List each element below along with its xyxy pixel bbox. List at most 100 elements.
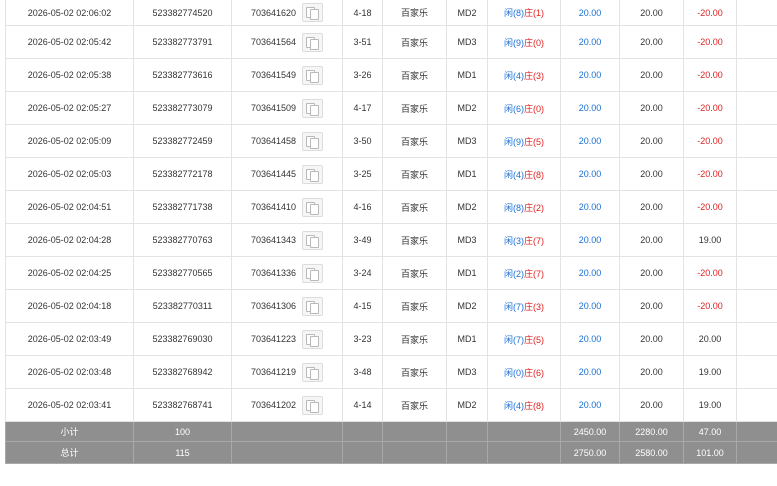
game-number: 703641549 [250, 70, 297, 80]
valid-bet: 20.00 [619, 388, 684, 422]
total-bet: 2750.00 [560, 441, 620, 464]
order-number: 523382768741 [133, 388, 232, 422]
player-points: (8) [513, 8, 524, 18]
card-detail-icon[interactable] [302, 263, 324, 283]
game-result: 闲(6)庄(0) [487, 91, 561, 125]
player-label: 闲 [503, 70, 513, 81]
banker-label: 庄 [524, 37, 534, 48]
table-code: MD1 [446, 58, 488, 92]
order-number: 523382772178 [133, 157, 232, 191]
win-loss: -20.00 [683, 124, 737, 158]
game-number: 703641564 [250, 37, 297, 47]
player-label: 闲 [503, 367, 513, 378]
table-code: MD1 [446, 157, 488, 191]
bet-amount: 20.00 [560, 289, 620, 323]
banker-label: 庄 [524, 169, 534, 180]
card-detail-icon[interactable] [302, 3, 324, 22]
game-result: 闲(0)庄(6) [487, 355, 561, 389]
banker-label: 庄 [524, 367, 534, 378]
valid-bet: 20.00 [619, 58, 684, 92]
card-detail-icon[interactable] [302, 98, 324, 118]
banker-points: (0) [533, 103, 545, 114]
game-number-cell: 703641202 [231, 388, 343, 422]
game-type: 百家乐 [382, 190, 447, 224]
player-points: (7) [513, 301, 524, 312]
round-number: 4-14 [342, 388, 383, 422]
subtotal-bet: 2450.00 [560, 421, 620, 442]
valid-bet: 20.00 [619, 25, 684, 59]
valid-bet: 20.00 [619, 157, 684, 191]
bet-time: 2026-05-02 02:05:38 [5, 58, 134, 92]
subtotal-row: 小计 100 2450.00 2280.00 47.00 [5, 421, 777, 442]
valid-bet: 20.00 [619, 355, 684, 389]
card-detail-icon[interactable] [302, 32, 324, 52]
bet-amount: 20.00 [560, 58, 620, 92]
bet-time: 2026-05-02 02:06:02 [5, 0, 134, 26]
card-detail-icon[interactable] [302, 395, 324, 415]
player-points: (9) [513, 37, 524, 48]
round-number: 4-15 [342, 289, 383, 323]
game-type: 百家乐 [382, 58, 447, 92]
player-label: 闲 [503, 301, 513, 312]
order-number: 523382771738 [133, 190, 232, 224]
table-row: 2026-05-02 02:05:38 523382773616 703641549… [5, 58, 777, 92]
win-loss: 20.00 [683, 322, 737, 356]
table-code: MD3 [446, 124, 488, 158]
bet-amount: 20.00 [560, 223, 620, 257]
game-type: 百家乐 [382, 223, 447, 257]
round-number: 3-49 [342, 223, 383, 257]
subtotal-result: 47.00 [683, 421, 737, 442]
card-detail-icon[interactable] [302, 164, 324, 184]
total-row: 总计 115 2750.00 2580.00 101.00 [5, 441, 777, 464]
card-detail-icon[interactable] [302, 131, 324, 151]
order-number: 523382769030 [133, 322, 232, 356]
win-loss: -20.00 [683, 190, 737, 224]
game-number: 703641445 [250, 169, 297, 179]
banker-label: 庄 [524, 70, 534, 81]
game-result: 闲(2)庄(7) [487, 256, 561, 290]
table-row: 2026-05-02 02:05:42 523382773791 703641564… [5, 25, 777, 59]
game-number-cell: 703641509 [231, 91, 343, 125]
order-number: 523382768942 [133, 355, 232, 389]
table-code: MD2 [446, 0, 488, 26]
table-row: 2026-05-02 02:05:09 523382772459 703641458… [5, 124, 777, 158]
banker-points: (7) [533, 235, 545, 246]
order-number: 523382770763 [133, 223, 232, 257]
order-number: 523382770565 [133, 256, 232, 290]
card-detail-icon[interactable] [302, 329, 324, 349]
card-detail-icon[interactable] [302, 230, 324, 250]
bet-amount: 20.00 [560, 157, 620, 191]
card-detail-icon[interactable] [302, 65, 324, 85]
bet-records-table: 2026-05-02 02:06:02 523382774520 703641620… [5, 0, 777, 464]
banker-label: 庄 [524, 334, 534, 345]
player-label: 闲 [503, 169, 513, 180]
round-number: 3-50 [342, 124, 383, 158]
player-label: 闲 [503, 136, 513, 147]
win-loss: -20.00 [683, 58, 737, 92]
player-points: (4) [513, 169, 524, 180]
bet-amount: 20.00 [560, 388, 620, 422]
card-detail-icon[interactable] [302, 197, 324, 217]
game-number: 703641509 [250, 103, 297, 113]
game-type: 百家乐 [382, 157, 447, 191]
game-type: 百家乐 [382, 25, 447, 59]
subtotal-label: 小计 [5, 421, 134, 442]
game-result: 闲(8)庄(1) [487, 0, 561, 26]
game-type: 百家乐 [382, 388, 447, 422]
banker-label: 庄 [524, 103, 534, 114]
card-detail-icon[interactable] [302, 296, 324, 316]
order-number: 523382772459 [133, 124, 232, 158]
banker-label: 庄 [524, 235, 534, 246]
player-points: (2) [513, 268, 524, 279]
bet-amount: 20.00 [560, 0, 620, 26]
valid-bet: 20.00 [619, 190, 684, 224]
card-detail-icon[interactable] [302, 362, 324, 382]
bet-time: 2026-05-02 02:03:49 [5, 322, 134, 356]
bet-time: 2026-05-02 02:03:41 [5, 388, 134, 422]
banker-points: (1) [533, 8, 545, 18]
table-code: MD3 [446, 25, 488, 59]
table-code: MD2 [446, 289, 488, 323]
table-code: MD2 [446, 388, 488, 422]
round-number: 4-17 [342, 91, 383, 125]
game-result: 闲(3)庄(7) [487, 223, 561, 257]
